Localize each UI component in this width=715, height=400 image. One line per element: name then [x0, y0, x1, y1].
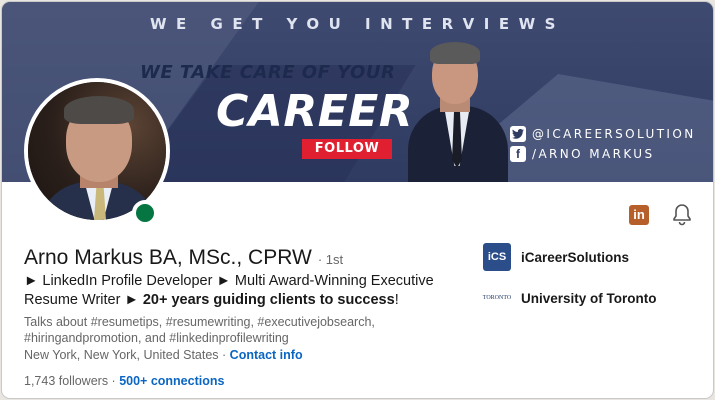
talks-about: Talks about #resumetips, #resumewriting,…: [24, 315, 375, 345]
company-name: iCareerSolutions: [521, 249, 630, 265]
connection-degree: · 1st: [317, 252, 344, 267]
linkedin-icon[interactable]: in: [629, 205, 649, 225]
bell-icon[interactable]: [672, 203, 692, 227]
online-status-dot: [132, 200, 158, 226]
banner-headline: CAREER: [216, 86, 414, 137]
profile-name: Arno Markus BA, MSc., CPRW: [24, 246, 312, 269]
banner-twitter-line: @ICAREERSOLUTION: [510, 126, 696, 142]
profile-headline: ► LinkedIn Profile Developer ► Multi Awa…: [24, 273, 434, 308]
banner-person-photo: [400, 36, 510, 182]
education-school[interactable]: TORONTO University of Toronto: [483, 284, 657, 312]
twitter-icon: [510, 126, 526, 142]
banner-facebook-line: f /ARNO MARKUS: [510, 146, 654, 162]
facebook-handle: /ARNO MARKUS: [532, 147, 655, 161]
location-text: New York, New York, United States ·: [24, 348, 230, 362]
school-name: University of Toronto: [521, 290, 657, 306]
network-stats: 1,743 followers · 500+ connections: [24, 374, 224, 388]
school-logo: TORONTO: [483, 284, 511, 312]
connections-link[interactable]: 500+ connections: [119, 374, 224, 388]
twitter-handle: @ICAREERSOLUTION: [532, 127, 696, 141]
banner-sub-headline: WE TAKE CARE OF YOUR: [140, 62, 396, 83]
company-logo: iCS: [483, 243, 511, 271]
current-company[interactable]: iCS iCareerSolutions: [483, 243, 629, 271]
banner-follow-graphic: FOLLOW: [302, 139, 392, 159]
profile-name-line: Arno Markus BA, MSc., CPRW · 1st: [24, 246, 343, 270]
location-line: New York, New York, United States · Cont…: [24, 348, 303, 362]
contact-info-link[interactable]: Contact info: [230, 348, 303, 362]
banner-tagline: WE GET YOU INTERVIEWS: [150, 15, 565, 33]
followers-count: 1,743 followers ·: [24, 374, 120, 388]
profile-card: WE GET YOU INTERVIEWS WE TAKE CARE OF YO…: [1, 1, 714, 399]
facebook-icon: f: [510, 146, 526, 162]
